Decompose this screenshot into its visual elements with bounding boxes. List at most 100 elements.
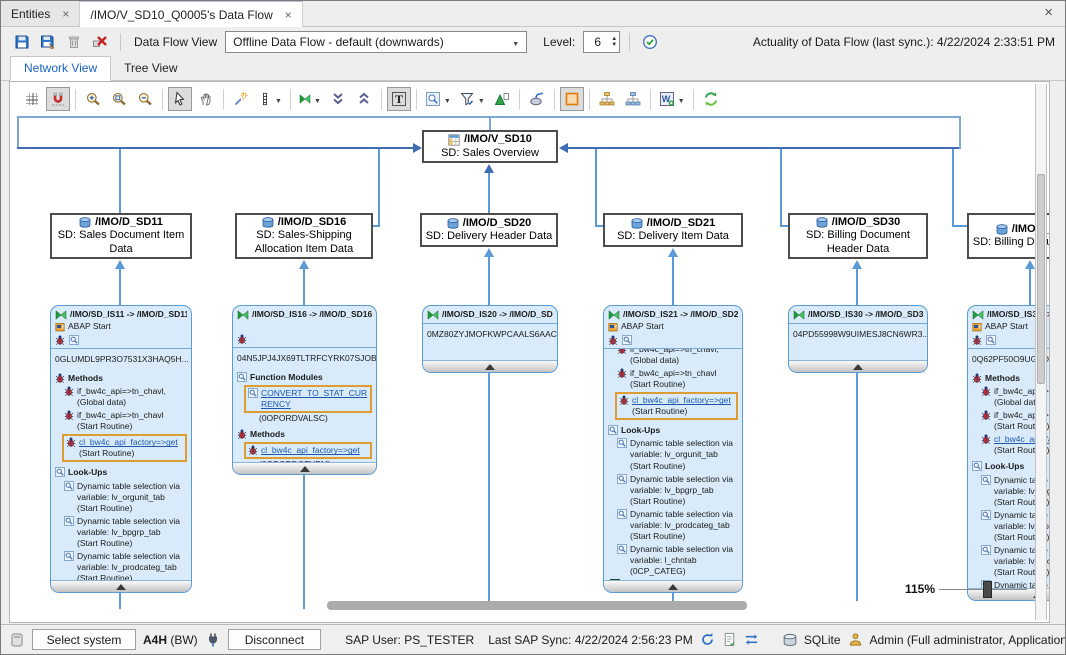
zoom-fit-button[interactable] [107,87,131,111]
horizontal-scrollbar-thumb[interactable] [327,601,747,610]
dataflow-view-select[interactable]: Offline Data Flow - default (downwards) [225,31,527,53]
abap-routine-icon [972,335,982,345]
arrowhead-icon [559,143,568,153]
method-context: (Global data) [630,355,719,366]
transformation-icon [972,310,984,320]
node-name: /IMO/D_SD30 [832,216,900,229]
zoom-out-button[interactable] [133,87,157,111]
disconnect-button[interactable]: Disconnect [228,629,321,650]
abap-routine-icon [248,445,258,455]
sync-status-button[interactable] [639,31,661,53]
close-tab-icon[interactable] [62,7,69,21]
level-stepper[interactable]: 6 ▲▼ [583,31,620,53]
filter-button[interactable] [456,87,488,111]
abap-routine-icon [64,386,74,396]
hierarchy-orange-button[interactable] [595,87,619,111]
node-name: /IMO/D_SD20 [463,217,531,230]
select-cursor-button[interactable] [168,87,192,111]
zoom-slider-thumb[interactable] [983,581,992,598]
zoom-in-button[interactable] [81,87,105,111]
node-d-sd30[interactable]: /IMO/D_SD30 SD: Billing Document Header … [788,213,928,259]
collapse-handle[interactable] [51,580,191,592]
select-system-button[interactable]: Select system [32,629,136,650]
grid-button[interactable] [20,87,44,111]
frame-button[interactable] [560,87,584,111]
levels-icon [258,91,272,107]
network-diagram[interactable]: T W [9,81,1050,623]
transformation-sd21[interactable]: /IMO/SD_IS21 -> /IMO/D_SD21 ABAP Start i… [603,305,743,593]
method-entry: if_bw4c_api=>tn_chavl(Start Routine) [617,368,739,390]
magnet-snap-button[interactable] [46,87,70,111]
vertical-scrollbar-thumb[interactable] [1037,174,1045,384]
transformation-subtitle: ABAP Start [985,321,1028,332]
transformation-icon [427,310,439,320]
actuality-text: Actuality of Data Flow (last sync.): 4/2… [753,35,1055,49]
method-link[interactable]: cl_bw4c_api_factory=>get [632,395,731,406]
close-tab-icon[interactable] [285,8,292,22]
node-d-sd20[interactable]: /IMO/D_SD20 SD: Delivery Header Data [420,213,558,247]
refresh-button[interactable] [699,87,723,111]
node-v-sd10[interactable]: /IMO/V_SD10 SD: Sales Overview [422,130,558,163]
system-id: A4H [143,633,167,647]
collapse-handle[interactable] [423,360,557,372]
auto-layout-button[interactable] [229,87,253,111]
lookup-icon [617,544,627,554]
method-link[interactable]: cl_bw4c_api_factory=>get [79,437,178,448]
pan-hand-button[interactable] [194,87,218,111]
lookup-entry: Dynamic table selection via variable: l_… [617,544,739,577]
collapse-handle[interactable] [233,462,376,474]
text-tool-button[interactable]: T [387,87,411,111]
zoom-slider[interactable]: 115% [895,582,1027,596]
transformation-sd16[interactable]: /IMO/SD_IS16 -> /IMO/D_SD16 04N5JPJ4JX69… [232,305,377,475]
flush-button[interactable] [525,87,549,111]
method-link[interactable]: cl_bw4c_api_factory=>get [261,445,360,456]
connector [672,257,674,305]
hierarchy-blue-button[interactable] [621,87,645,111]
save-button[interactable] [11,31,33,53]
connector [856,269,858,305]
separator [650,89,651,110]
zoom-slider-track[interactable] [939,589,1027,590]
node-d-sd21[interactable]: /IMO/D_SD21 SD: Delivery Item Data [603,213,743,247]
transformation-filter-button[interactable] [296,87,324,111]
arrowhead-icon [115,260,125,269]
collapse-handle[interactable] [604,580,742,592]
connector [856,373,858,601]
lookup-context: (Start Routine) [77,538,188,549]
stepper-arrows-icon[interactable]: ▲▼ [611,36,619,48]
transformation-sd11[interactable]: /IMO/SD_IS11 -> /IMO/D_SD11 ABAP Start 0… [50,305,192,593]
node-d-sd16[interactable]: /IMO/D_SD16 SD: Sales-Shipping Allocatio… [235,213,373,259]
connector [17,116,19,149]
tab-tree-view[interactable]: Tree View [111,57,190,80]
function-module-link[interactable]: CONVERT_TO_STAT_CURRENCY [261,388,368,410]
tab-network-view[interactable]: Network View [10,56,111,81]
abap-routine-icon [55,335,65,345]
refresh-icon[interactable] [700,632,715,647]
compare-icon[interactable] [744,632,759,647]
main-toolbar: Data Flow View Offline Data Flow - defau… [1,27,1065,56]
collapse-arrow-icon [116,584,126,590]
search-button[interactable] [422,87,454,111]
node-d-sd11[interactable]: /IMO/D_SD11 SD: Sales Document Item Data [50,213,192,259]
separator [162,89,163,110]
vertical-scrollbar[interactable] [1035,84,1047,620]
save-all-button[interactable] [37,31,59,53]
collapse-all-button[interactable] [326,87,350,111]
tab-entities[interactable]: Entities [1,1,80,26]
export-image-button[interactable] [490,87,514,111]
transformation-sd30[interactable]: /IMO/SD_IS30 -> /IMO/D_SD30 04PD55998W9U… [788,305,928,373]
expand-all-button[interactable] [352,87,376,111]
abap-routine-icon [66,437,76,447]
transformation-sd20[interactable]: /IMO/SD_IS20 -> /IMO/D_SD20 0MZ80ZYJMOFK… [422,305,558,373]
log-icon[interactable] [722,632,737,647]
remove-data-flow-button[interactable] [89,31,111,53]
tab-dataflow[interactable]: /IMO/V_SD10_Q0005's Data Flow [80,1,302,27]
separator [519,89,520,110]
transformation-subtitle: ABAP Start [621,321,664,332]
collapse-handle[interactable] [789,360,927,372]
delete-button-disabled[interactable] [63,31,85,53]
word-export-button[interactable]: W [656,87,688,111]
arrowhead-icon [852,260,862,269]
window-close-icon[interactable] [1044,5,1053,20]
levels-button[interactable] [255,87,285,111]
